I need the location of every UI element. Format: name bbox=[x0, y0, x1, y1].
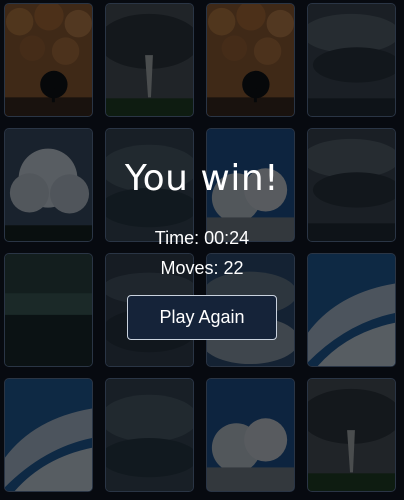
moves-stat: Moves: 22 bbox=[160, 258, 244, 278]
time-stat: Time: 00:24 bbox=[154, 228, 250, 248]
win-overlay: You win! Time: 00:24 Moves: 22 Play Agai… bbox=[0, 0, 404, 500]
play-again-button[interactable]: Play Again bbox=[127, 295, 277, 340]
win-title: You win! bbox=[124, 158, 280, 199]
